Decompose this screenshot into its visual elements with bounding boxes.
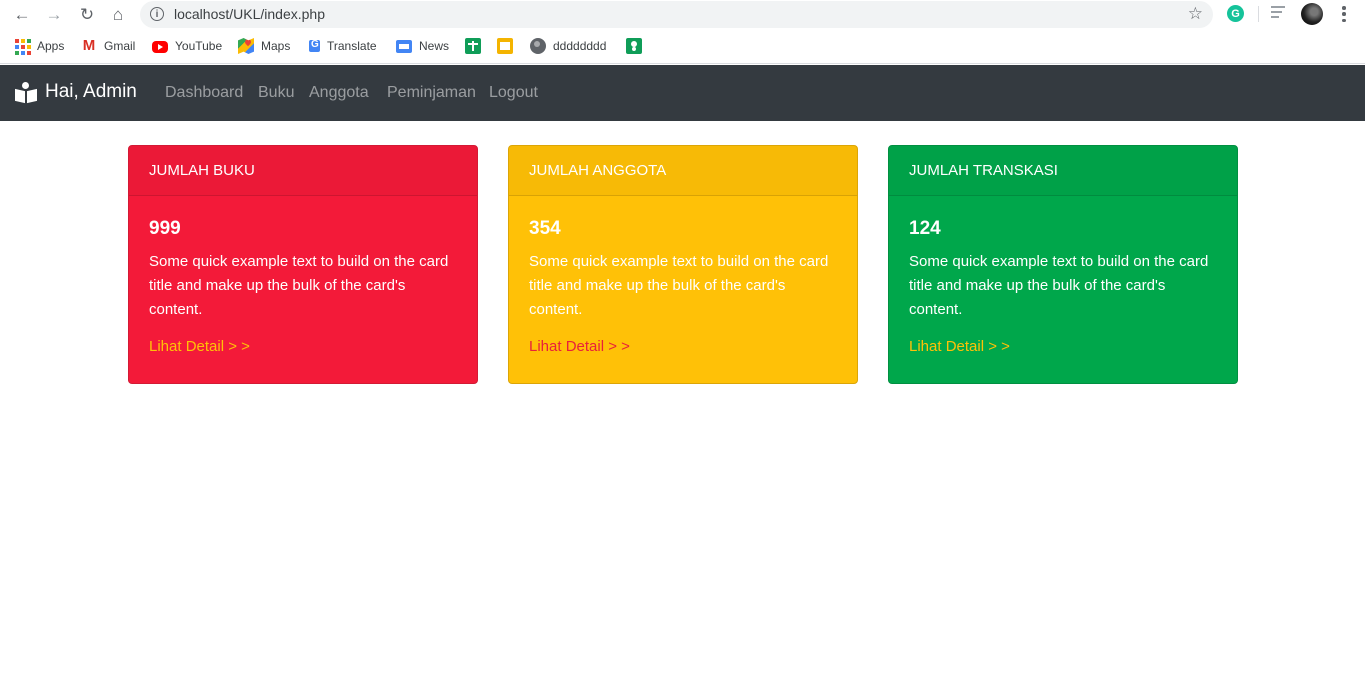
bookmark-gmail[interactable]: M Gmail [81, 37, 136, 55]
card-body: 999 Some quick example text to build on … [129, 196, 477, 356]
nav-link-buku[interactable]: Buku [258, 84, 294, 102]
address-bar[interactable]: i localhost/UKL/index.php ☆ [140, 1, 1213, 28]
card-count: 999 [149, 218, 181, 239]
bookmark-translate[interactable]: Translate [309, 37, 377, 55]
card-count: 124 [909, 218, 941, 239]
browser-toolbar: ← → ↻ ⌂ i localhost/UKL/index.php ☆ G [0, 0, 1365, 29]
bookmark-label: News [419, 39, 450, 53]
bookmark-news[interactable]: News [396, 37, 449, 55]
bookmarks-bar: Apps M Gmail YouTube Maps Translate News… [0, 29, 1365, 64]
profile-avatar[interactable] [1301, 3, 1323, 25]
card-jumlah-anggota: JUMLAH ANGGOTA 354 Some quick example te… [508, 145, 858, 384]
site-info-icon[interactable]: i [150, 7, 164, 21]
toolbar-divider [1258, 6, 1259, 22]
bookmark-classroom[interactable] [626, 37, 649, 55]
bookmark-dddddddd[interactable]: dddddddd [530, 37, 606, 55]
card-text: Some quick example text to build on the … [909, 253, 1209, 318]
reload-icon[interactable]: ↻ [76, 3, 98, 25]
url-text[interactable]: localhost/UKL/index.php [174, 6, 325, 22]
home-icon[interactable]: ⌂ [107, 3, 129, 25]
grammarly-extension-icon[interactable]: G [1227, 5, 1244, 22]
classroom-icon [626, 38, 642, 54]
bookmark-label: YouTube [175, 39, 223, 53]
top-navbar: Hai, Admin Dashboard Buku Anggota Peminj… [0, 65, 1365, 121]
card-header: JUMLAH ANGGOTA [509, 146, 857, 196]
browser-menu-icon[interactable] [1336, 4, 1352, 24]
bookmark-label: Apps [37, 39, 65, 53]
nav-link-logout[interactable]: Logout [489, 84, 538, 102]
globe-icon [530, 38, 546, 54]
lihat-detail-link[interactable]: Lihat Detail > > [909, 338, 1010, 355]
card-header: JUMLAH BUKU [129, 146, 477, 196]
bookmark-label: Gmail [104, 39, 136, 53]
bookmark-maps[interactable]: Maps [238, 37, 290, 55]
card-body: 354 Some quick example text to build on … [509, 196, 857, 356]
card-jumlah-transkasi: JUMLAH TRANSKASI 124 Some quick example … [888, 145, 1238, 384]
brand-text: Hai, Admin [45, 81, 137, 102]
nav-link-anggota[interactable]: Anggota [309, 84, 369, 102]
navbar-brand[interactable]: Hai, Admin [15, 81, 137, 104]
card-header: JUMLAH TRANSKASI [889, 146, 1237, 196]
sheets-icon [465, 38, 481, 54]
apps-grid-icon [14, 38, 31, 55]
bookmark-apps[interactable]: Apps [14, 37, 64, 55]
bookmark-label: Translate [327, 39, 377, 53]
bookmark-youtube[interactable]: YouTube [152, 37, 222, 55]
bookmark-sheets[interactable] [465, 37, 488, 55]
bookmark-label: dddddddd [553, 39, 607, 53]
slides-icon [497, 38, 513, 54]
card-body: 124 Some quick example text to build on … [889, 196, 1237, 356]
translate-icon [309, 39, 320, 52]
media-control-icon[interactable] [1271, 6, 1287, 20]
bookmark-slides[interactable] [497, 37, 520, 55]
youtube-icon [152, 41, 168, 53]
card-text: Some quick example text to build on the … [529, 253, 829, 318]
lihat-detail-link[interactable]: Lihat Detail > > [529, 338, 630, 355]
nav-link-dashboard[interactable]: Dashboard [165, 84, 243, 102]
gmail-icon: M [82, 37, 96, 54]
card-count: 354 [529, 218, 561, 239]
lihat-detail-link[interactable]: Lihat Detail > > [149, 338, 250, 355]
back-arrow-icon[interactable]: ← [11, 3, 33, 25]
forward-arrow-icon[interactable]: → [43, 3, 65, 25]
reader-icon [15, 82, 37, 104]
maps-icon [238, 38, 254, 54]
card-jumlah-buku: JUMLAH BUKU 999 Some quick example text … [128, 145, 478, 384]
news-icon [396, 39, 412, 53]
nav-link-peminjaman[interactable]: Peminjaman [387, 84, 476, 102]
card-text: Some quick example text to build on the … [149, 253, 449, 318]
bookmark-label: Maps [261, 39, 291, 53]
bookmark-star-icon[interactable]: ☆ [1188, 4, 1203, 24]
